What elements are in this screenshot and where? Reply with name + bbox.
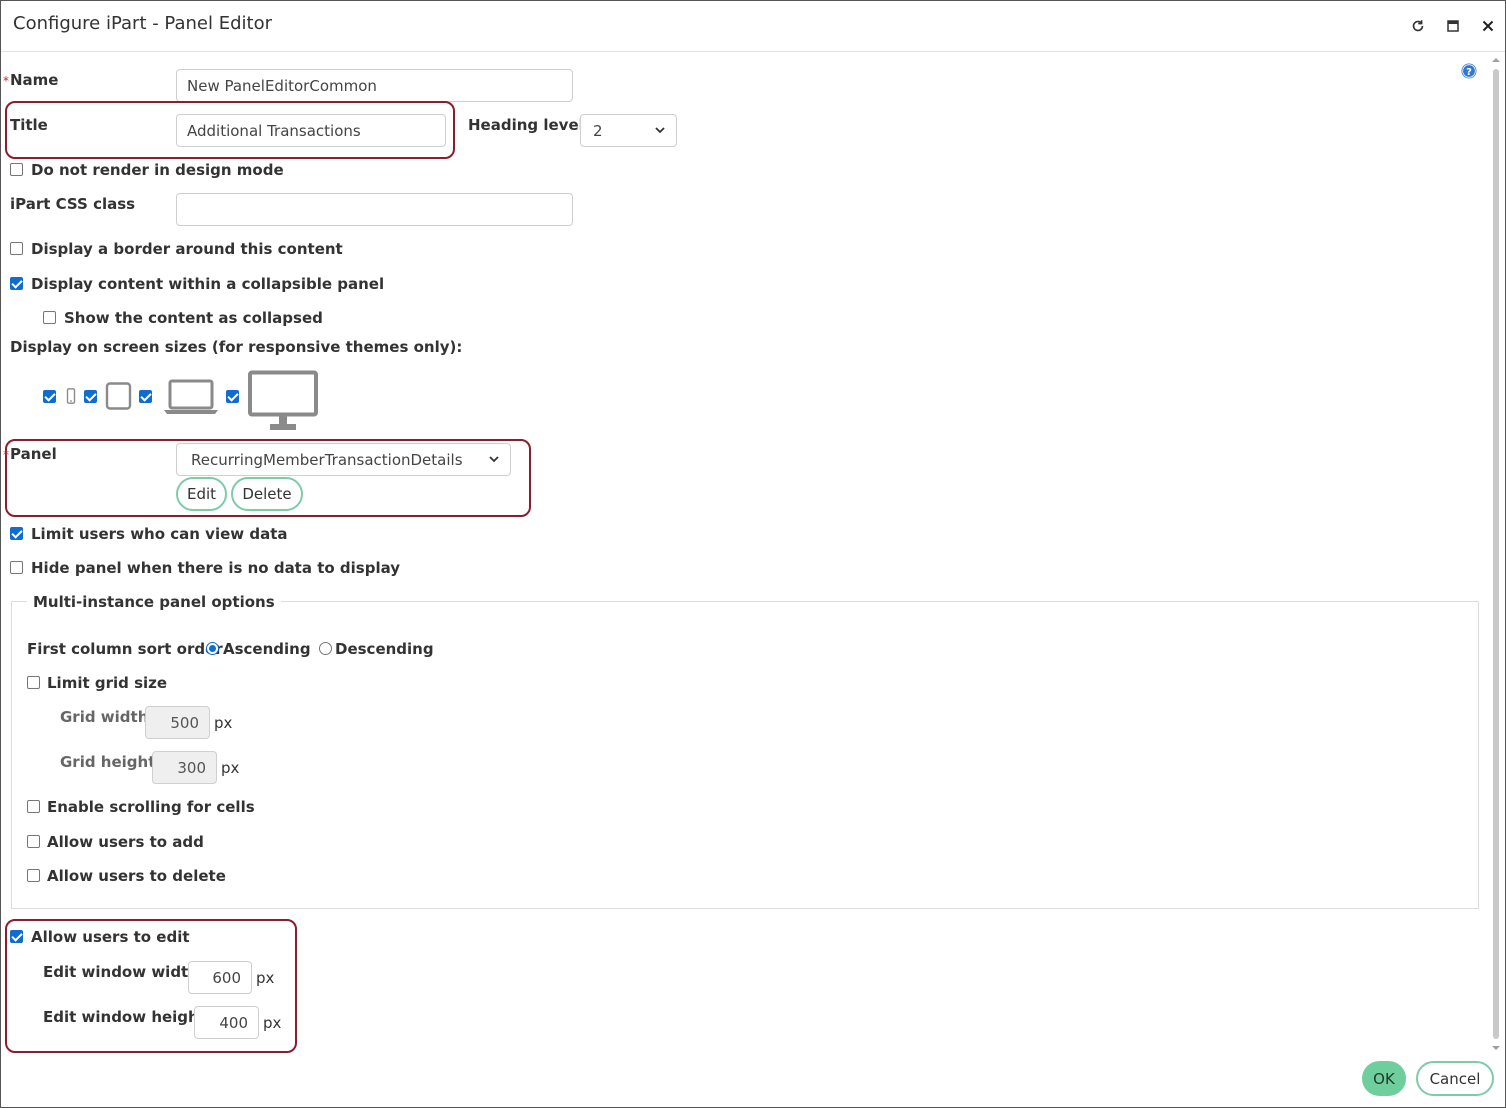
heading-level-value: 2 <box>593 122 603 140</box>
grid-width-input[interactable] <box>145 706 210 739</box>
heading-level-select[interactable]: 2 <box>580 114 677 147</box>
collapsed-checkbox[interactable] <box>43 311 56 324</box>
scrolling-checkbox[interactable] <box>27 800 40 813</box>
sort-order-label: First column sort order <box>27 640 223 658</box>
ascending-label: Ascending <box>223 640 311 658</box>
panel-select-value: RecurringMemberTransactionDetails <box>191 451 463 469</box>
title-input[interactable] <box>176 114 446 147</box>
css-class-input[interactable] <box>176 193 573 226</box>
edit-width-unit: px <box>256 969 275 987</box>
title-label: Title <box>10 116 48 134</box>
descending-radio[interactable] <box>319 642 332 655</box>
collapsible-checkbox[interactable] <box>10 277 23 290</box>
edit-height-unit: px <box>263 1014 282 1032</box>
laptop-icon <box>164 379 218 414</box>
limit-view-checkbox[interactable] <box>10 527 23 540</box>
chevron-down-icon <box>489 456 499 463</box>
maximize-icon[interactable] <box>1442 15 1464 37</box>
panel-editor-dialog: Configure iPart - Panel Editor ? * Name … <box>0 0 1506 1108</box>
grid-width-label: Grid width <box>60 708 149 726</box>
limit-grid-label: Limit grid size <box>47 674 168 692</box>
delete-panel-button[interactable]: Delete <box>231 477 303 511</box>
edit-panel-button[interactable]: Edit <box>176 477 227 511</box>
scrolling-label: Enable scrolling for cells <box>47 798 255 816</box>
allow-delete-checkbox[interactable] <box>27 869 40 882</box>
edit-width-input[interactable] <box>188 961 252 994</box>
grid-height-label: Grid height <box>60 753 156 771</box>
scrollbar-thumb[interactable] <box>1493 69 1499 1039</box>
hide-panel-checkbox[interactable] <box>10 561 23 574</box>
limit-grid-checkbox[interactable] <box>27 676 40 689</box>
ok-button[interactable]: OK <box>1362 1061 1406 1096</box>
edit-height-label: Edit window height <box>43 1008 206 1026</box>
allow-delete-label: Allow users to delete <box>47 867 226 885</box>
css-class-label: iPart CSS class <box>10 195 136 213</box>
panel-label: Panel <box>10 445 57 463</box>
panel-select[interactable]: RecurringMemberTransactionDetails <box>176 443 511 476</box>
multi-instance-legend: Multi-instance panel options <box>27 593 281 611</box>
tablet-size-checkbox[interactable] <box>84 390 97 403</box>
dialog-title: Configure iPart - Panel Editor <box>13 13 272 34</box>
cancel-button[interactable]: Cancel <box>1416 1061 1494 1096</box>
collapsed-label: Show the content as collapsed <box>64 309 323 327</box>
grid-height-unit: px <box>221 759 240 777</box>
scroll-up-icon[interactable] <box>1491 55 1501 65</box>
laptop-size-checkbox[interactable] <box>139 390 152 403</box>
no-render-label: Do not render in design mode <box>31 161 284 179</box>
descending-label: Descending <box>335 640 434 658</box>
phone-size-checkbox[interactable] <box>43 390 56 403</box>
desktop-icon <box>248 370 318 430</box>
allow-add-checkbox[interactable] <box>27 835 40 848</box>
desktop-size-checkbox[interactable] <box>226 390 239 403</box>
title-bar: Configure iPart - Panel Editor <box>1 1 1505 52</box>
allow-edit-checkbox[interactable] <box>10 930 23 943</box>
required-marker: * <box>3 74 9 88</box>
svg-text:?: ? <box>1466 67 1472 78</box>
close-icon[interactable] <box>1477 15 1499 37</box>
ascending-radio[interactable] <box>206 642 219 655</box>
no-render-checkbox[interactable] <box>10 163 23 176</box>
allow-edit-label: Allow users to edit <box>31 928 190 946</box>
edit-height-input[interactable] <box>194 1006 259 1039</box>
collapsible-label: Display content within a collapsible pan… <box>31 275 385 293</box>
scroll-down-icon[interactable] <box>1491 1043 1501 1053</box>
chevron-down-icon <box>655 127 665 134</box>
heading-level-label: Heading level <box>468 116 584 134</box>
phone-icon <box>66 388 76 404</box>
grid-width-unit: px <box>214 714 233 732</box>
help-icon[interactable]: ? <box>1461 63 1477 79</box>
edit-width-label: Edit window width <box>43 963 199 981</box>
tablet-icon <box>105 382 132 410</box>
hide-panel-label: Hide panel when there is no data to disp… <box>31 559 401 577</box>
name-label: Name <box>10 71 59 89</box>
name-input[interactable] <box>176 69 573 102</box>
refresh-icon[interactable] <box>1407 15 1429 37</box>
required-marker: * <box>3 448 9 462</box>
vertical-scrollbar[interactable] <box>1490 55 1502 1055</box>
limit-view-label: Limit users who can view data <box>31 525 288 543</box>
grid-height-input[interactable] <box>152 751 217 784</box>
border-checkbox[interactable] <box>10 242 23 255</box>
border-label: Display a border around this content <box>31 240 343 258</box>
allow-add-label: Allow users to add <box>47 833 204 851</box>
screen-sizes-label: Display on screen sizes (for responsive … <box>10 338 463 356</box>
